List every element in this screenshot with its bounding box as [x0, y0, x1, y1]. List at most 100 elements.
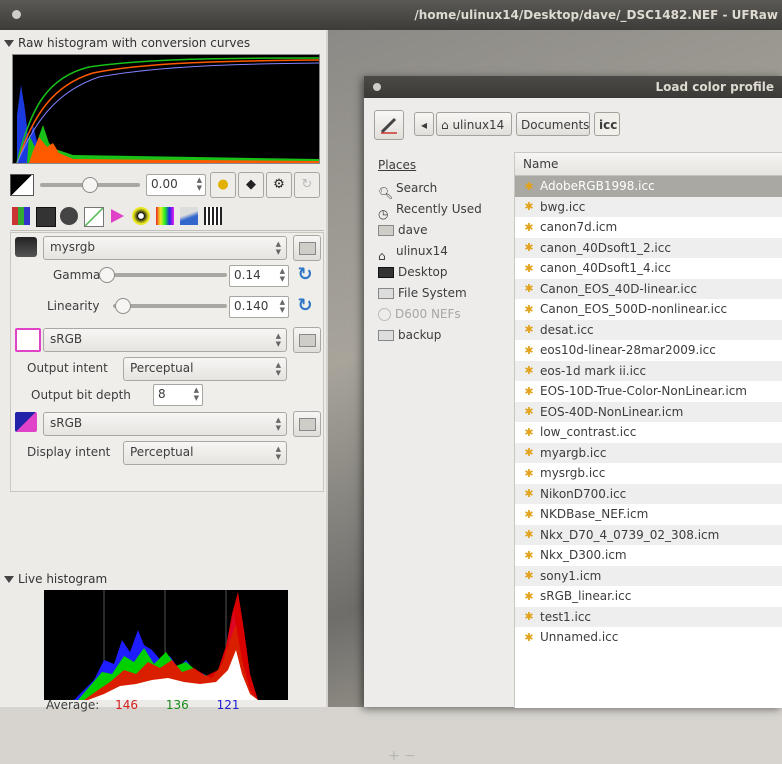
color-profile-file-icon: ✱	[524, 220, 534, 234]
tab-transform-icon[interactable]	[180, 207, 198, 225]
gamma-spinbox[interactable]: 0.14 ▲ ▼	[229, 265, 289, 287]
file-row[interactable]: ✱ mysrgb.icc	[515, 463, 782, 484]
reset-gamma-button[interactable]: ↻	[295, 265, 315, 285]
folder-icon	[299, 418, 316, 431]
average-blue: 121	[216, 698, 240, 712]
load-color-profile-dialog: Load color profile ◂ ⌂ ulinux14 Document…	[364, 76, 782, 764]
path-segment-home[interactable]: ⌂ ulinux14	[436, 112, 512, 136]
spin-arrows-icon[interactable]: ▲ ▼	[197, 176, 202, 192]
reset-exposure-button[interactable]: ↻	[294, 172, 320, 198]
column-header-name[interactable]: Name	[515, 153, 782, 176]
spin-arrows-icon[interactable]: ▲ ▼	[194, 386, 199, 402]
spin-arrows-icon[interactable]: ▲ ▼	[280, 298, 285, 314]
tab-curve-icon[interactable]	[84, 207, 104, 227]
file-row[interactable]: ✱ EOS-10D-True-Color-NonLinear.icm	[515, 381, 782, 402]
average-green: 136	[165, 698, 189, 712]
auto-exposure-button[interactable]: ●	[210, 172, 236, 198]
tab-lens-icon[interactable]	[60, 207, 78, 225]
window-menu-dot[interactable]	[12, 10, 21, 19]
color-profile-file-icon: ✱	[524, 630, 534, 644]
add-remove-bookmark-buttons[interactable]: + −	[388, 748, 416, 764]
file-row[interactable]: ✱ Canon_EOS_500D-nonlinear.icc	[515, 299, 782, 320]
folder-icon	[378, 225, 394, 236]
color-profile-file-icon: ✱	[524, 364, 534, 377]
file-row[interactable]: ✱ bwg.icc	[515, 196, 782, 217]
sidebar-item-search[interactable]: 🔍︎ Search	[378, 178, 437, 200]
file-row[interactable]: ✱ eos10d-linear-28mar2009.icc	[515, 340, 782, 361]
places-sidebar: Places 🔍︎ Search ◷ Recently Used dave ⌂ uli…	[372, 152, 512, 764]
raw-histogram-header[interactable]: Raw histogram with conversion curves	[4, 36, 250, 50]
gamma-slider-knob[interactable]	[99, 267, 115, 283]
path-segment-documents[interactable]: Documents	[516, 112, 590, 136]
desktop-icon	[378, 267, 394, 278]
window-titlebar: /home/ulinux14/Desktop/dave/_DSC1482.NEF…	[0, 0, 782, 30]
sidebar-item-ulinux14[interactable]: ⌂ ulinux14	[378, 241, 448, 263]
file-row[interactable]: ✱ AdobeRGB1998.icc	[515, 176, 782, 197]
linearity-spinbox[interactable]: 0.140 ▲ ▼	[229, 296, 289, 318]
file-name: NikonD700.icc	[540, 486, 627, 501]
sidebar-item-desktop[interactable]: Desktop	[378, 262, 448, 282]
sidebar-item-label: Desktop	[398, 265, 448, 279]
tab-color-management-icon[interactable]	[108, 207, 126, 225]
path-segment-icc[interactable]: icc	[594, 112, 620, 136]
output-bit-depth-spinbox[interactable]: 8 ▲ ▼	[153, 384, 203, 406]
path-back-button[interactable]: ◂	[414, 112, 434, 136]
file-row[interactable]: ✱ canon_40Dsoft1_2.icc	[515, 237, 782, 258]
file-name: eos10d-linear-28mar2009.icc	[540, 343, 716, 357]
file-row[interactable]: ✱ canon_40Dsoft1_4.icc	[515, 258, 782, 279]
file-row[interactable]: ✱ sRGB_linear.icc	[515, 586, 782, 607]
display-profile-combo[interactable]: sRGB ▲ ▼	[43, 412, 287, 436]
tab-white-balance-icon[interactable]	[36, 207, 56, 227]
file-row[interactable]: ✱ myargb.icc	[515, 442, 782, 463]
file-row[interactable]: ✱ sony1.icm	[515, 565, 782, 586]
color-profile-file-icon: ✱	[524, 589, 534, 603]
file-row[interactable]: ✱ NKDBase_NEF.icm	[515, 504, 782, 525]
input-profile-combo[interactable]: mysrgb ▲ ▼	[43, 236, 287, 260]
linearity-slider-knob[interactable]	[115, 298, 131, 314]
file-row[interactable]: ✱ test1.icc	[515, 606, 782, 627]
reset-linearity-button[interactable]: ↻	[295, 296, 315, 316]
sidebar-item-recently-used[interactable]: ◷ Recently Used	[378, 199, 482, 221]
dialog-menu-dot[interactable]	[373, 83, 381, 91]
file-row[interactable]: ✱ desat.icc	[515, 319, 782, 340]
tab-saturation-icon[interactable]	[156, 207, 174, 225]
load-output-profile-button[interactable]	[293, 327, 321, 353]
exposure-spinbox[interactable]: 0.00 ▲ ▼	[146, 174, 206, 196]
sidebar-item-backup[interactable]: backup	[378, 325, 441, 345]
type-filename-button[interactable]	[374, 110, 404, 140]
tab-correction-icon[interactable]	[132, 207, 150, 225]
clip-highlights-button[interactable]: ◆	[238, 172, 264, 198]
file-row[interactable]: ✱ canon7d.icm	[515, 217, 782, 238]
file-row[interactable]: ✱ EOS-40D-NonLinear.icm	[515, 401, 782, 422]
load-input-profile-button[interactable]	[293, 235, 321, 261]
settings-gear-button[interactable]: ⚙	[266, 172, 292, 198]
sidebar-item-dave[interactable]: dave	[378, 220, 427, 240]
places-header: Places	[378, 158, 417, 172]
file-row[interactable]: ✱ Nkx_D70_4_0739_02_308.icm	[515, 524, 782, 545]
file-name: eos-1d mark ii.icc	[540, 363, 647, 378]
file-row[interactable]: ✱ eos-1d mark ii.icc	[515, 360, 782, 381]
file-row[interactable]: ✱ NikonD700.icc	[515, 483, 782, 504]
average-red: 146	[115, 698, 139, 712]
expander-triangle-icon	[4, 40, 14, 47]
file-row[interactable]: ✱ Canon_EOS_40D-linear.icc	[515, 278, 782, 299]
spin-arrows-icon[interactable]: ▲ ▼	[280, 267, 285, 283]
file-row[interactable]: ✱ Nkx_D300.icm	[515, 545, 782, 566]
file-row[interactable]: ✱ low_contrast.icc	[515, 422, 782, 443]
sidebar-item-d600-nefs[interactable]: D600 NEFs	[378, 304, 461, 324]
display-intent-combo[interactable]: Perceptual ▲ ▼	[123, 441, 287, 465]
file-row[interactable]: ✱ Unnamed.icc	[515, 627, 782, 648]
color-profile-file-icon: ✱	[524, 261, 534, 275]
sidebar-item-file-system[interactable]: File System	[378, 283, 467, 303]
load-display-profile-button[interactable]	[293, 411, 321, 437]
live-histogram-header[interactable]: Live histogram	[4, 572, 107, 586]
tab-exif-icon[interactable]	[204, 207, 222, 225]
raw-histogram-plot	[16, 57, 320, 164]
file-name: EOS-10D-True-Color-NonLinear.icm	[540, 384, 747, 398]
exposure-slider-knob[interactable]	[82, 177, 98, 193]
output-profile-combo[interactable]: sRGB ▲ ▼	[43, 328, 287, 352]
tab-raw-icon[interactable]	[12, 207, 30, 225]
output-intent-combo[interactable]: Perceptual ▲ ▼	[123, 357, 287, 381]
gamma-slider[interactable]	[103, 273, 227, 277]
exposure-icon	[10, 174, 34, 196]
